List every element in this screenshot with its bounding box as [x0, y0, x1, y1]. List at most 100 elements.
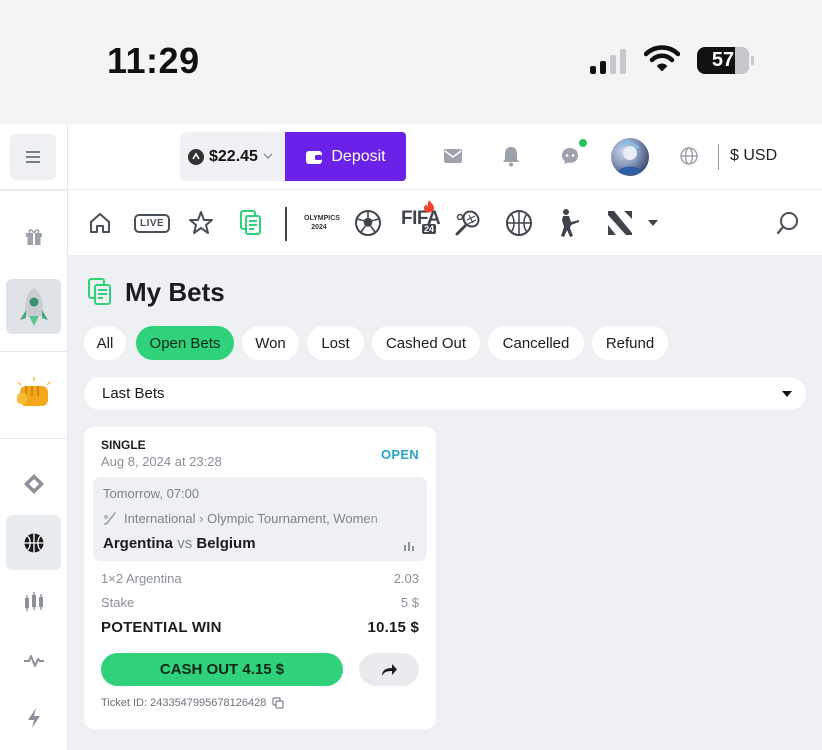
sidebar-divider: [0, 438, 67, 439]
currency-selector[interactable]: $ USD: [730, 147, 777, 165]
hamburger-icon: [26, 151, 40, 163]
sidebar-item-casino[interactable]: [6, 456, 61, 511]
sidebar-item-promo[interactable]: [6, 367, 61, 422]
olympics-label: OLYMPICS 2024: [304, 215, 340, 231]
period-select-value: Last Bets: [102, 385, 165, 402]
globe-icon[interactable]: [677, 144, 701, 168]
filter-open-bets[interactable]: Open Bets: [136, 326, 234, 360]
mail-icon[interactable]: [441, 144, 465, 168]
deposit-button[interactable]: Deposit: [285, 132, 406, 181]
fist-icon: [16, 376, 51, 406]
selection-label: 1×2 Argentina: [101, 571, 182, 586]
bell-icon[interactable]: [499, 144, 523, 168]
sidebar-item-sports[interactable]: [6, 515, 61, 570]
event-teams: Argentina vs Belgium: [103, 535, 256, 552]
esports-icon[interactable]: [555, 208, 581, 238]
basketball-icon[interactable]: [505, 208, 533, 238]
chat-icon[interactable]: [558, 144, 582, 168]
cellular-signal-icon: [590, 48, 626, 74]
lightning-icon: [27, 707, 40, 728]
battery-nub: [751, 56, 754, 65]
home-icon[interactable]: [88, 208, 112, 238]
battery-level: 57: [711, 49, 735, 71]
status-time: 11:29: [107, 40, 200, 81]
header-divider: [718, 144, 719, 170]
dota-icon[interactable]: [606, 208, 634, 238]
live-label: LIVE: [134, 213, 171, 233]
cash-out-button[interactable]: CASH OUT 4.15 $: [101, 653, 343, 686]
balance-selector[interactable]: $22.45: [180, 132, 286, 181]
sidebar-item-activity[interactable]: [6, 632, 61, 687]
event-league-text: International › Olympic Tournament, Wome…: [124, 511, 378, 526]
bet-date: Aug 8, 2024 at 23:28: [101, 454, 222, 469]
chat-online-dot: [578, 138, 588, 148]
deposit-label: Deposit: [331, 147, 386, 165]
search-icon[interactable]: [776, 208, 800, 238]
filter-won[interactable]: Won: [242, 326, 299, 360]
share-button[interactable]: [359, 653, 419, 686]
filter-refund[interactable]: Refund: [592, 326, 668, 360]
live-tab[interactable]: LIVE: [134, 208, 171, 238]
team-away: Belgium: [196, 535, 256, 552]
status-bar: 11:29 57: [0, 0, 822, 124]
team-home: Argentina: [103, 535, 174, 552]
versus-label: vs: [177, 535, 193, 552]
sidebar-item-quick[interactable]: [6, 690, 61, 745]
chevron-down-icon: [263, 153, 273, 160]
event-details[interactable]: Tomorrow, 07:00 International › Olympic …: [93, 477, 427, 561]
ticket-id: Ticket ID: 2433547995678126428: [101, 697, 267, 709]
avatar[interactable]: [611, 138, 649, 176]
potential-win-value: 10.15 $: [367, 619, 419, 636]
stats-icon[interactable]: [403, 539, 415, 557]
filter-lost[interactable]: Lost: [307, 326, 364, 360]
pulse-icon: [23, 654, 44, 667]
ticket-id-row: Ticket ID: 2433547995678126428: [101, 697, 284, 709]
sidebar: [0, 190, 67, 750]
event-league: International › Olympic Tournament, Wome…: [103, 511, 411, 526]
selection-odds: 2.03: [393, 571, 419, 586]
sport-nav: LIVE OLYMPICS 2024 FIFA 24: [68, 190, 822, 256]
filter-cancelled[interactable]: Cancelled: [488, 326, 584, 360]
main-content: My Bets All Open Bets Won Lost Cashed Ou…: [68, 257, 822, 750]
avatar-image: [617, 140, 643, 174]
fifa-tab[interactable]: FIFA 24: [401, 200, 441, 234]
filter-cashed-out[interactable]: Cashed Out: [372, 326, 480, 360]
balance-amount: $22.45: [209, 147, 258, 165]
copy-icon[interactable]: [272, 697, 284, 709]
sidebar-item-trading[interactable]: [6, 574, 61, 629]
bet-card: SINGLE Aug 8, 2024 at 23:28 OPEN Tomorro…: [84, 427, 436, 729]
potential-win-row: POTENTIAL WIN 10.15 $: [101, 619, 419, 636]
tennis-icon[interactable]: [454, 208, 482, 238]
my-bets-icon[interactable]: [239, 208, 263, 238]
potential-win-label: POTENTIAL WIN: [101, 619, 222, 636]
fifa-year: 24: [422, 224, 437, 234]
candlestick-icon: [24, 591, 43, 611]
menu-button[interactable]: [10, 134, 56, 180]
sidebar-item-gift[interactable]: [6, 208, 61, 263]
stake-value: 5 $: [400, 595, 419, 610]
stake-row: Stake 5 $: [101, 595, 419, 610]
coin-icon: [188, 148, 204, 165]
more-sports-dropdown[interactable]: [648, 208, 658, 238]
filter-all[interactable]: All: [84, 326, 126, 360]
gift-icon: [25, 228, 42, 245]
rocket-icon: [19, 287, 48, 326]
wifi-icon: [643, 44, 681, 77]
nav-divider: [285, 207, 287, 241]
page-title: My Bets: [125, 277, 225, 307]
soccer-ball-icon[interactable]: [354, 208, 382, 238]
ticket-icon: [23, 473, 44, 494]
olympics-tab[interactable]: OLYMPICS 2024: [304, 208, 340, 238]
status-badge: OPEN: [380, 447, 419, 462]
sidebar-item-rocket[interactable]: [6, 279, 61, 334]
period-select[interactable]: Last Bets: [84, 377, 806, 410]
sidebar-divider: [0, 351, 67, 352]
stake-label: Stake: [101, 595, 135, 610]
caret-down-icon: [648, 220, 658, 226]
fire-icon: [424, 200, 434, 213]
share-arrow-icon: [382, 663, 397, 676]
sidebar-divider: [0, 190, 67, 191]
hockey-stick-icon: [103, 511, 116, 525]
star-icon[interactable]: [188, 208, 214, 238]
wallet-icon: [306, 150, 323, 164]
